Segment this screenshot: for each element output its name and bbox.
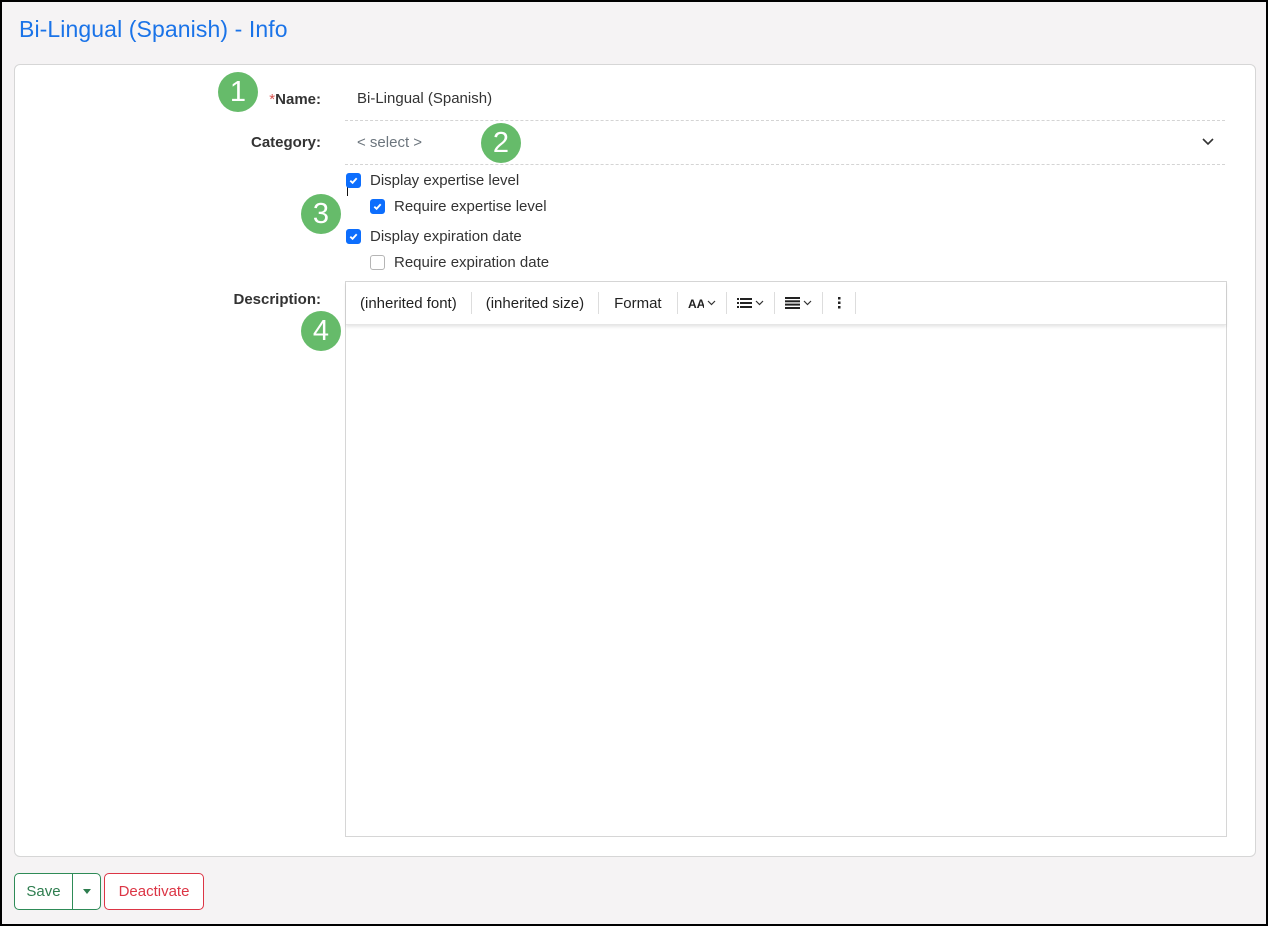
callout-badge-1: 1: [218, 72, 258, 112]
description-text-area[interactable]: [346, 325, 1226, 835]
checkbox-require-expiration-date[interactable]: Require expiration date: [370, 254, 549, 271]
text-size-button[interactable]: AA: [678, 292, 726, 314]
caret-down-icon: [82, 889, 91, 894]
editor-toolbar: (inherited font) (inherited size) Format…: [346, 282, 1226, 325]
save-button-group: Save: [14, 873, 101, 910]
deactivate-button[interactable]: Deactivate: [104, 873, 204, 910]
list-button[interactable]: [727, 292, 774, 314]
category-placeholder: < select >: [357, 134, 423, 151]
page-title: Bi-Lingual (Spanish) - Info: [19, 16, 288, 42]
save-button[interactable]: Save: [15, 874, 73, 909]
checkbox-label: Require expiration date: [394, 254, 550, 271]
toolbar-divider: [854, 292, 856, 314]
chevron-down-icon: [1202, 138, 1214, 146]
checkbox-label: Display expiration date: [370, 228, 522, 245]
chevron-down-icon: [755, 300, 764, 306]
name-input[interactable]: Bi-Lingual (Spanish): [345, 77, 1225, 121]
description-label: Description:: [233, 291, 321, 308]
checkbox-display-expiration-date[interactable]: Display expiration date: [346, 228, 522, 245]
font-family-dropdown[interactable]: (inherited font): [346, 292, 471, 314]
category-label: Category:: [250, 134, 321, 151]
chevron-down-icon: [707, 300, 716, 306]
checkbox-checked-icon[interactable]: [370, 199, 385, 214]
category-select[interactable]: < select >: [345, 121, 1225, 165]
checkbox-checked-icon[interactable]: [346, 229, 361, 244]
chevron-down-icon: [803, 300, 812, 306]
font-size-dropdown[interactable]: (inherited size): [472, 292, 598, 314]
checkbox-label: Require expertise level: [394, 198, 547, 215]
name-value: Bi-Lingual (Spanish): [357, 90, 493, 107]
checkbox-label: Display expertise level: [370, 172, 520, 189]
more-options-button[interactable]: [823, 292, 855, 314]
svg-text:AA: AA: [688, 297, 704, 309]
checkbox-require-expertise-level[interactable]: Require expertise level: [370, 198, 547, 215]
checkbox-display-expertise-level[interactable]: Display expertise level: [346, 172, 519, 189]
name-label-text: Name:: [275, 91, 321, 108]
checkbox-checked-icon[interactable]: [346, 173, 361, 188]
callout-badge-3: 3: [301, 194, 341, 234]
align-icon: [784, 297, 800, 309]
page: Bi-Lingual (Spanish) - Info *Name: Bi-Li…: [2, 2, 1266, 924]
align-button[interactable]: [775, 292, 822, 314]
checkbox-unchecked-icon[interactable]: [370, 255, 385, 270]
description-editor: (inherited font) (inherited size) Format…: [345, 281, 1227, 837]
more-vertical-icon: [837, 297, 841, 309]
callout-badge-2: 2: [481, 123, 521, 163]
format-dropdown[interactable]: Format: [599, 292, 677, 314]
info-form-card: *Name: Bi-Lingual (Spanish) Category: < …: [14, 64, 1256, 857]
text-size-icon: AA: [688, 297, 704, 309]
list-icon: [736, 298, 752, 308]
save-options-toggle[interactable]: [73, 874, 100, 909]
callout-badge-4: 4: [301, 311, 341, 351]
